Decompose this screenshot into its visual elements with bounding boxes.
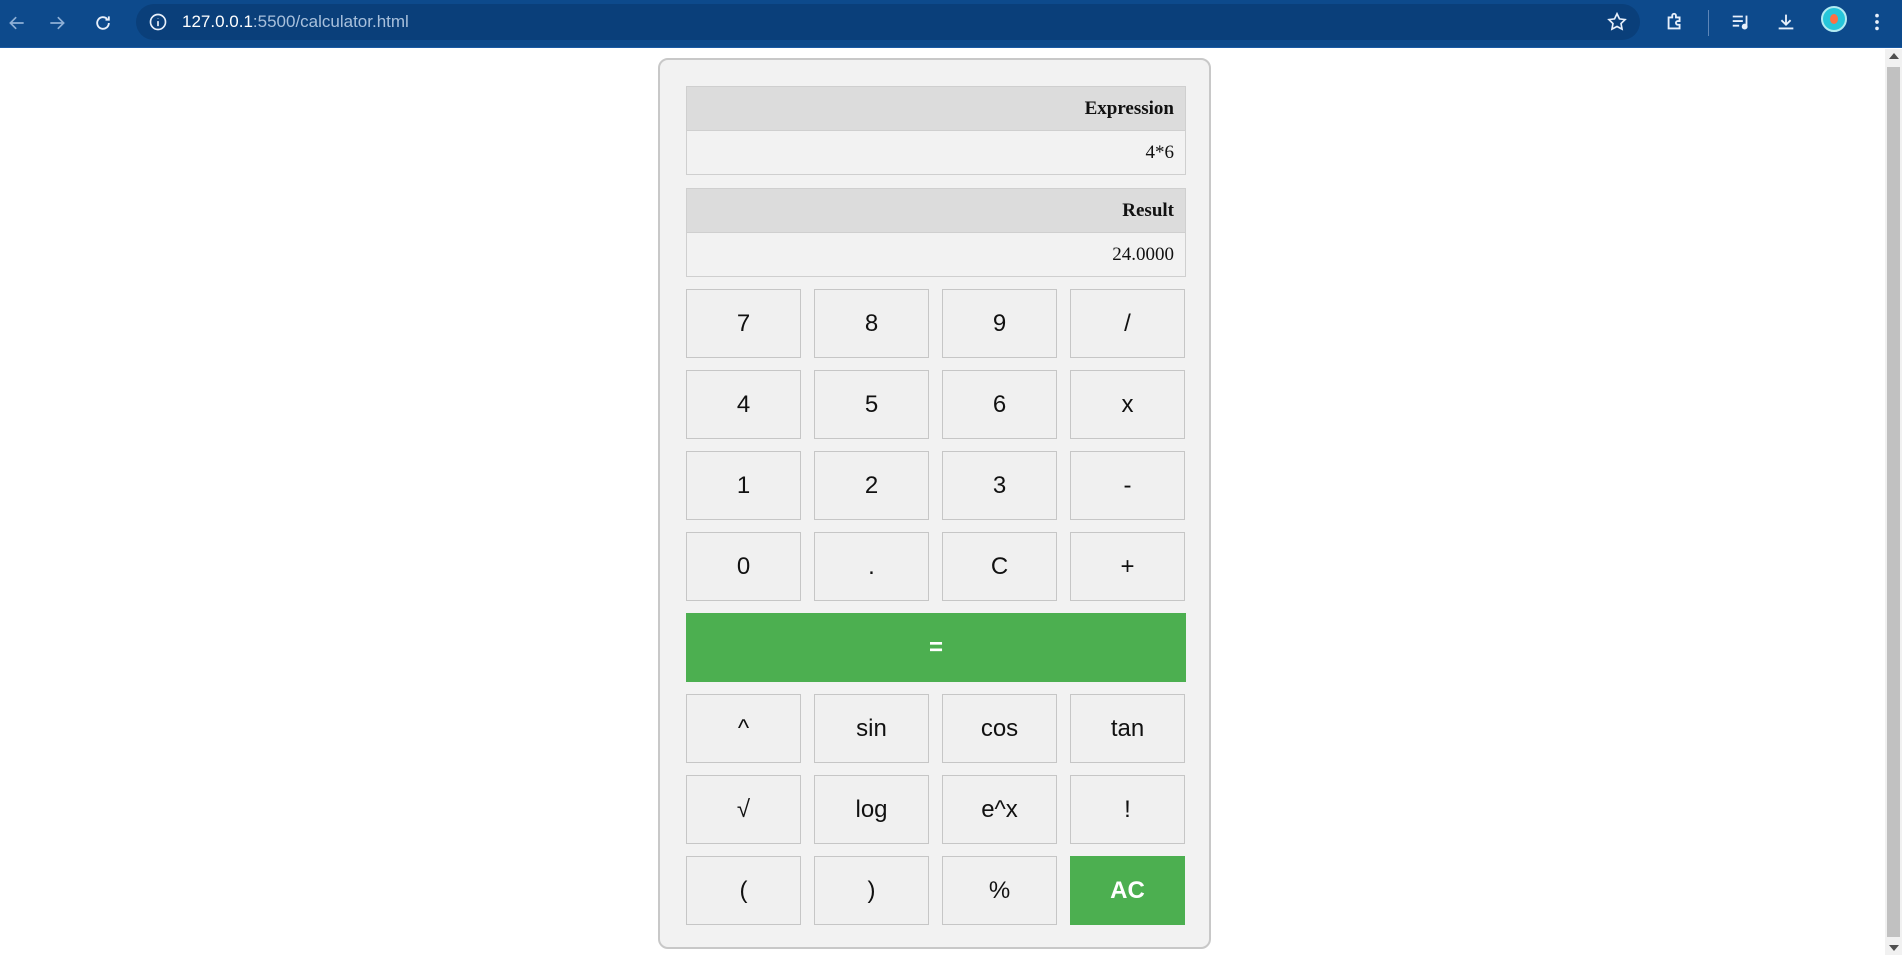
- scroll-up-arrow-icon[interactable]: [1889, 53, 1899, 59]
- digit-9-button[interactable]: 9: [942, 289, 1057, 358]
- expression-value: 4*6: [686, 130, 1186, 175]
- cos-button[interactable]: cos: [942, 694, 1057, 763]
- result-value: 24.0000: [686, 232, 1186, 277]
- address-bar[interactable]: 127.0.0.1:5500/calculator.html: [136, 4, 1640, 40]
- clear-button[interactable]: C: [942, 532, 1057, 601]
- url-text[interactable]: 127.0.0.1:5500/calculator.html: [182, 12, 409, 32]
- scrollbar-thumb[interactable]: [1887, 67, 1900, 937]
- digit-2-button[interactable]: 2: [814, 451, 929, 520]
- equals-button[interactable]: =: [686, 613, 1186, 682]
- plus-button[interactable]: +: [1070, 532, 1185, 601]
- digit-5-button[interactable]: 5: [814, 370, 929, 439]
- url-host: 127.0.0.1: [182, 12, 253, 31]
- more-menu-icon[interactable]: [1862, 7, 1892, 37]
- forward-arrow-icon[interactable]: [40, 6, 74, 40]
- extensions-icon[interactable]: [1660, 7, 1690, 37]
- expression-display: Expression 4*6: [686, 86, 1186, 175]
- digit-8-button[interactable]: 8: [814, 289, 929, 358]
- back-arrow-icon[interactable]: [0, 6, 34, 40]
- result-display: Result 24.0000: [686, 188, 1186, 277]
- profile-avatar[interactable]: [1821, 6, 1847, 32]
- power-button[interactable]: ^: [686, 694, 801, 763]
- calculator-panel: Expression 4*6 Result 24.0000 7 8 9 / 4 …: [658, 58, 1211, 949]
- factorial-button[interactable]: !: [1070, 775, 1185, 844]
- result-header: Result: [686, 188, 1186, 233]
- browser-toolbar: 127.0.0.1:5500/calculator.html: [0, 0, 1902, 48]
- exponential-button[interactable]: e^x: [942, 775, 1057, 844]
- digit-3-button[interactable]: 3: [942, 451, 1057, 520]
- scroll-down-arrow-icon[interactable]: [1889, 945, 1899, 951]
- digit-7-button[interactable]: 7: [686, 289, 801, 358]
- minus-button[interactable]: -: [1070, 451, 1185, 520]
- digit-4-button[interactable]: 4: [686, 370, 801, 439]
- bookmark-star-icon[interactable]: [1606, 11, 1628, 33]
- square-root-button[interactable]: √: [686, 775, 801, 844]
- download-icon[interactable]: [1771, 7, 1801, 37]
- reload-icon[interactable]: [86, 6, 120, 40]
- toolbar-divider: [1708, 10, 1709, 36]
- site-info-icon[interactable]: [148, 12, 168, 32]
- close-paren-button[interactable]: ): [814, 856, 929, 925]
- tan-button[interactable]: tan: [1070, 694, 1185, 763]
- expression-header: Expression: [686, 86, 1186, 131]
- digit-0-button[interactable]: 0: [686, 532, 801, 601]
- percent-button[interactable]: %: [942, 856, 1057, 925]
- divide-button[interactable]: /: [1070, 289, 1185, 358]
- open-paren-button[interactable]: (: [686, 856, 801, 925]
- digit-6-button[interactable]: 6: [942, 370, 1057, 439]
- log-button[interactable]: log: [814, 775, 929, 844]
- all-clear-button[interactable]: AC: [1070, 856, 1185, 925]
- sin-button[interactable]: sin: [814, 694, 929, 763]
- decimal-point-button[interactable]: .: [814, 532, 929, 601]
- url-path: :5500/calculator.html: [252, 12, 409, 31]
- multiply-button[interactable]: x: [1070, 370, 1185, 439]
- vertical-scrollbar[interactable]: [1885, 49, 1902, 955]
- digit-1-button[interactable]: 1: [686, 451, 801, 520]
- media-controls-icon[interactable]: [1726, 7, 1756, 37]
